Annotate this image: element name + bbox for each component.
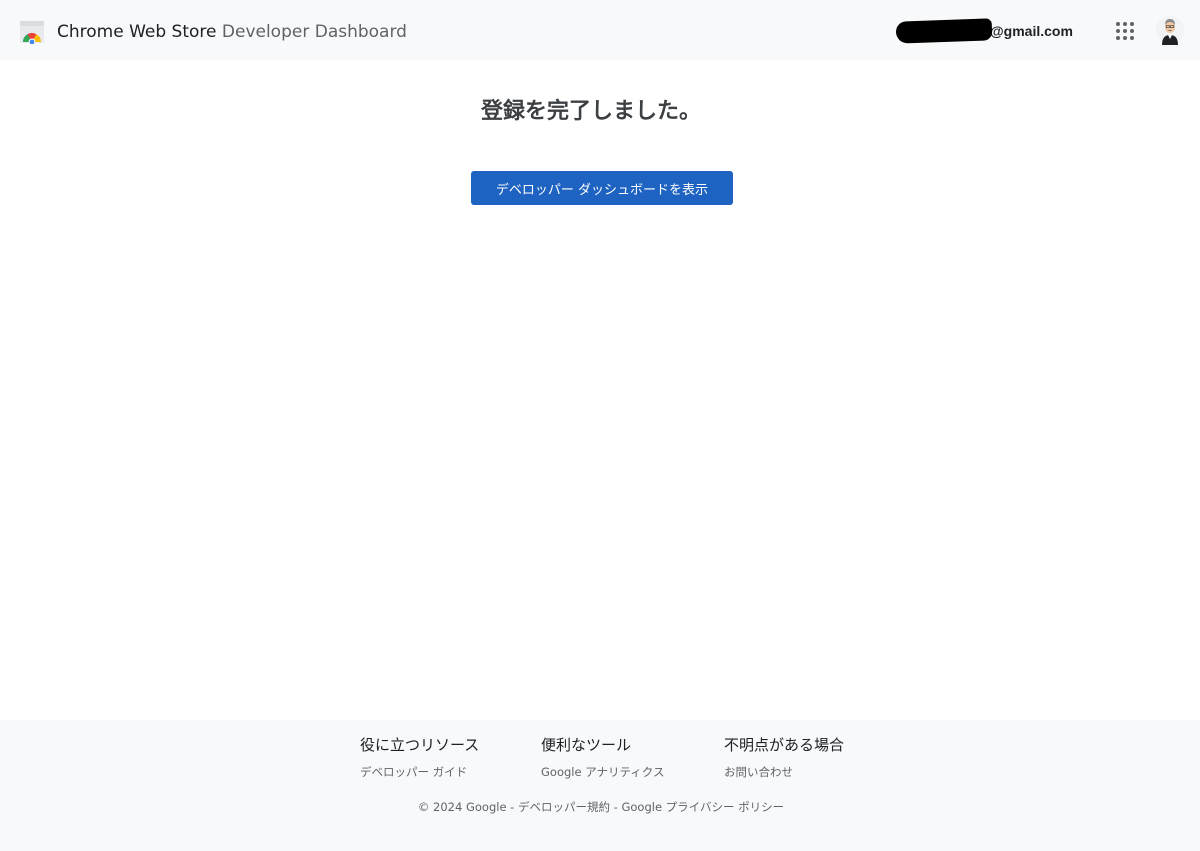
google-analytics-link[interactable]: Google アナリティクス <box>541 764 664 780</box>
footer-col-help: 不明点がある場合 お問い合わせ <box>724 734 844 780</box>
account-email: @gmail.com <box>895 18 1073 44</box>
brand-sub-text: Developer Dashboard <box>221 22 407 42</box>
footer-heading-resources: 役に立つリソース <box>360 736 480 754</box>
footer-col-resources: 役に立つリソース デベロッパー ガイド <box>360 734 479 780</box>
copyright-text: © 2024 Google <box>417 800 507 814</box>
developer-terms-link[interactable]: デベロッパー規約 <box>518 800 610 814</box>
footer-heading-tools: 便利なツール <box>541 736 632 754</box>
footer-separator: - <box>506 800 518 814</box>
copyright-line: © 2024 Google - デベロッパー規約 - Google プライバシー… <box>0 799 1200 815</box>
footer: 役に立つリソース デベロッパー ガイド 便利なツール Google アナリティク… <box>0 720 1200 851</box>
apps-grid-icon[interactable] <box>1112 17 1138 43</box>
brand-home-link[interactable]: Chrome Web Store Developer Dashboard <box>19 20 407 44</box>
footer-heading-help: 不明点がある場合 <box>724 736 845 754</box>
user-avatar[interactable] <box>1156 15 1184 45</box>
developer-guide-link[interactable]: デベロッパー ガイド <box>360 764 479 780</box>
redacted-email-user <box>895 18 993 44</box>
top-header: Chrome Web Store Developer Dashboard @gm… <box>0 0 1200 60</box>
page-title: 登録を完了しました。 <box>480 99 701 124</box>
email-domain-text: @gmail.com <box>990 23 1073 39</box>
footer-separator: - <box>610 800 622 814</box>
footer-col-tools: 便利なツール Google アナリティクス <box>541 734 664 780</box>
privacy-policy-link[interactable]: Google プライバシー ポリシー <box>621 800 784 814</box>
brand-title: Chrome Web Store Developer Dashboard <box>57 20 407 44</box>
brand-main-text: Chrome Web Store <box>57 22 217 42</box>
view-developer-dashboard-button[interactable]: デベロッパー ダッシュボードを表示 <box>471 171 733 205</box>
contact-us-link[interactable]: お問い合わせ <box>724 764 844 780</box>
chrome-web-store-logo <box>20 21 44 44</box>
